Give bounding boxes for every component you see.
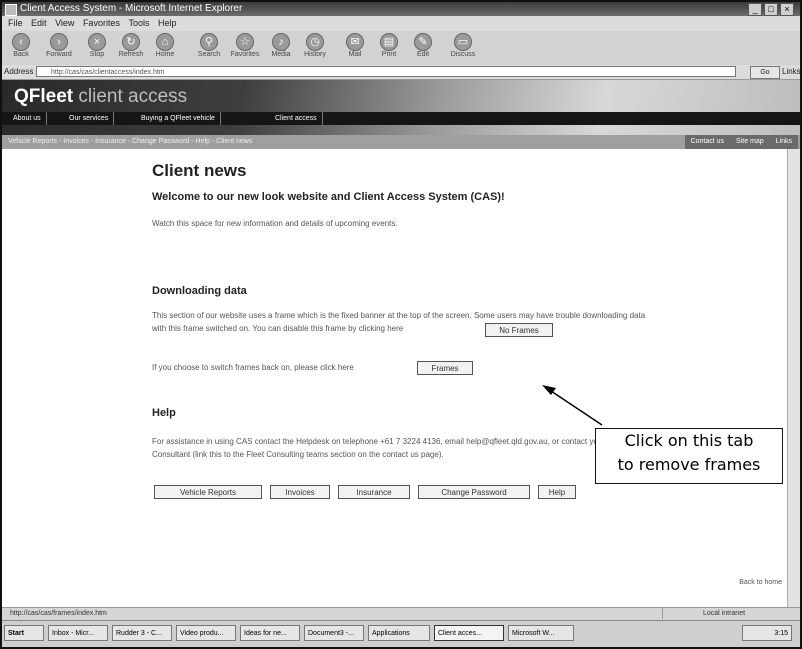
taskbar-clock: 3:15 <box>742 625 792 641</box>
insurance-button[interactable]: Insurance <box>338 485 410 499</box>
menu-file[interactable]: File <box>8 18 23 28</box>
start-button[interactable]: Start <box>4 625 44 641</box>
favorites-button[interactable]: ☆ Favorites <box>228 32 262 64</box>
edit-button[interactable]: ✎ Edit <box>406 32 440 64</box>
taskbar-item-active[interactable]: Client acces... <box>434 625 504 641</box>
history-button[interactable]: ◷ History <box>298 32 332 64</box>
page-title: Client news <box>152 161 247 180</box>
discuss-button[interactable]: ▭ Discuss <box>446 32 480 64</box>
help-button[interactable]: Help <box>538 485 576 499</box>
maximize-button[interactable]: □ <box>764 3 778 16</box>
taskbar-item[interactable]: Applications <box>368 625 430 641</box>
star-icon: ☆ <box>236 33 254 51</box>
status-text: http://cas/cas/frames/index.htm <box>10 610 107 617</box>
media-button[interactable]: ♪ Media <box>264 32 298 64</box>
taskbar-item[interactable]: Rudder 3 - C... <box>112 625 172 641</box>
help-text-1: For assistance in using CAS contact the … <box>152 437 625 446</box>
site-logo: QFleet client access <box>14 86 188 107</box>
change-password-button[interactable]: Change Password <box>418 485 530 499</box>
taskbar-item[interactable]: Video produ... <box>176 625 236 641</box>
stop-button[interactable]: × Stop <box>80 32 114 64</box>
no-frames-button[interactable]: No Frames <box>485 323 553 337</box>
download-heading: Downloading data <box>152 285 247 297</box>
taskbar-item[interactable]: Document3 -... <box>304 625 364 641</box>
main-nav: About us Our services Buying a QFleet ve… <box>2 112 800 125</box>
callout-line-2: to remove frames <box>617 455 761 474</box>
forward-icon: › <box>50 33 68 51</box>
sub-nav: Vehicle Reports - Invoices - Insurance -… <box>2 135 800 149</box>
vertical-scrollbar[interactable] <box>787 149 800 607</box>
page-content: Client news Welcome to our new look webs… <box>2 149 800 607</box>
menu-edit[interactable]: Edit <box>31 18 47 28</box>
address-input[interactable]: http://cas/cas/clientaccess/index.htm <box>36 66 736 77</box>
home-button[interactable]: ⌂ Home <box>148 32 182 64</box>
taskbar: Start Inbox - Micr... Rudder 3 - C... Vi… <box>2 620 800 647</box>
browser-window: Client Access System - Microsoft Interne… <box>0 0 802 649</box>
print-button[interactable]: ▤ Print <box>372 32 406 64</box>
download-text-2: with this frame switched on. You can dis… <box>152 324 404 333</box>
frames-back-text: If you choose to switch frames back on, … <box>152 363 354 372</box>
welcome-heading: Welcome to our new look website and Clie… <box>152 191 505 203</box>
nav-about-us[interactable]: About us <box>8 112 47 125</box>
menu-help[interactable]: Help <box>158 18 177 28</box>
history-icon: ◷ <box>306 33 324 51</box>
site-banner: QFleet client access <box>2 80 800 135</box>
menu-favorites[interactable]: Favorites <box>83 18 120 28</box>
stop-icon: × <box>88 33 106 51</box>
window-title: Client Access System - Microsoft Interne… <box>20 3 243 14</box>
menu-view[interactable]: View <box>55 18 74 28</box>
search-button[interactable]: ⚲ Search <box>192 32 226 64</box>
invoices-button[interactable]: Invoices <box>270 485 330 499</box>
taskbar-item[interactable]: Microsoft W... <box>508 625 574 641</box>
go-button[interactable]: Go <box>750 66 780 79</box>
watch-text: Watch this space for new information and… <box>152 219 398 228</box>
back-to-home-link[interactable]: Back to home <box>739 579 782 586</box>
discuss-icon: ▭ <box>454 33 472 51</box>
close-button[interactable]: × <box>780 3 794 16</box>
address-bar: Address http://cas/cas/clientaccess/inde… <box>2 65 800 80</box>
frames-button[interactable]: Frames <box>417 361 473 375</box>
back-button[interactable]: ‹ Back <box>4 32 38 64</box>
callout-line-1: Click on this tab <box>624 431 754 450</box>
forward-button[interactable]: › Forward <box>42 32 76 64</box>
home-icon: ⌂ <box>156 33 174 51</box>
nav-our-services[interactable]: Our services <box>64 112 115 125</box>
menu-tools[interactable]: Tools <box>128 18 149 28</box>
site-map-link[interactable]: Site map <box>730 135 770 149</box>
vehicle-reports-button[interactable]: Vehicle Reports <box>154 485 262 499</box>
download-text-1: This section of our website uses a frame… <box>152 311 646 320</box>
mail-icon: ✉ <box>346 33 364 51</box>
back-icon: ‹ <box>12 33 30 51</box>
refresh-icon: ↻ <box>122 33 140 51</box>
edit-icon: ✎ <box>414 33 432 51</box>
help-heading: Help <box>152 407 176 419</box>
search-icon: ⚲ <box>200 33 218 51</box>
help-text-2: Consultant (link this to the Fleet Consu… <box>152 450 444 459</box>
print-icon: ▤ <box>380 33 398 51</box>
links-link[interactable]: Links <box>770 135 798 149</box>
taskbar-item[interactable]: Inbox - Micr... <box>48 625 108 641</box>
address-label: Address <box>4 67 34 76</box>
refresh-button[interactable]: ↻ Refresh <box>114 32 148 64</box>
minimize-button[interactable]: _ <box>748 3 762 16</box>
status-bar: http://cas/cas/frames/index.htm Local in… <box>2 607 800 620</box>
annotation-callout: Click on this tab to remove frames <box>595 428 783 484</box>
ie-icon <box>5 4 17 16</box>
nav-client-access[interactable]: Client access <box>270 112 323 125</box>
contact-us-link[interactable]: Contact us <box>685 135 730 149</box>
nav-buying[interactable]: Buying a QFleet vehicle <box>136 112 221 125</box>
mail-button[interactable]: ✉ Mail <box>338 32 372 64</box>
taskbar-item[interactable]: Ideas for ne... <box>240 625 300 641</box>
title-bar: Client Access System - Microsoft Interne… <box>2 2 800 16</box>
menu-bar: File Edit View Favorites Tools Help <box>2 16 800 31</box>
links-button[interactable]: Links <box>782 65 800 79</box>
media-icon: ♪ <box>272 33 290 51</box>
toolbar: ‹ Back › Forward × Stop ↻ Refresh ⌂ Home ⚲ Sea… <box>2 31 800 66</box>
section-links[interactable]: Vehicle Reports - Invoices - Insurance -… <box>8 135 252 149</box>
status-zone: Local intranet <box>662 608 772 619</box>
